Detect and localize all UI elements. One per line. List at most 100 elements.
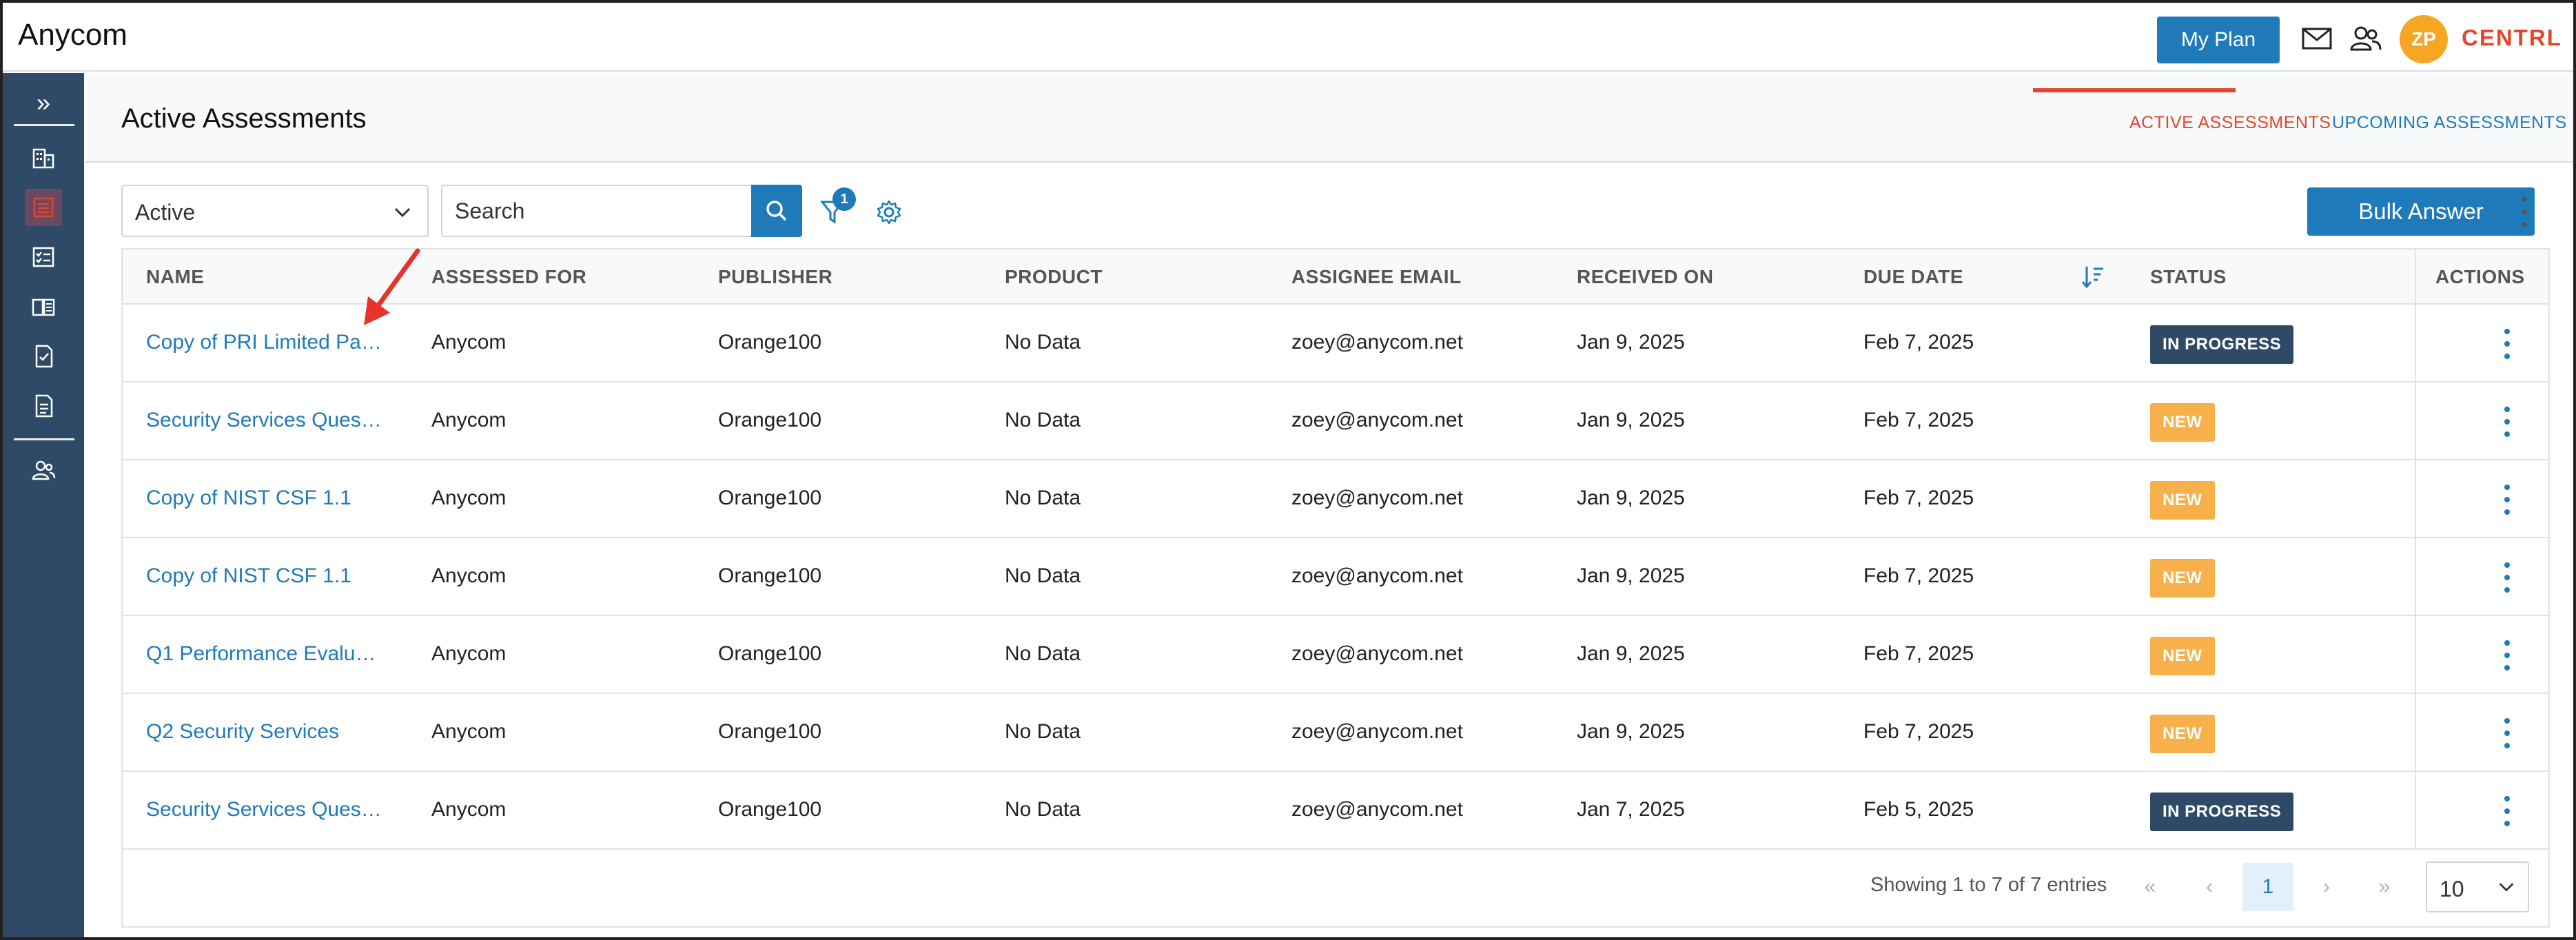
- received-on-cell: Jan 9, 2025: [1577, 642, 1685, 665]
- assessment-name-link[interactable]: Security Services Questionnaire: [146, 798, 387, 821]
- sidebar-item-users[interactable]: [25, 452, 62, 489]
- page-header: Active Assessments ACTIVE ASSESSMENTS UP…: [85, 73, 2573, 163]
- search-icon: [766, 201, 787, 221]
- assessment-name-link[interactable]: Q1 Performance Evaluation: [146, 642, 387, 666]
- page-title: Active Assessments: [121, 103, 367, 134]
- row-actions-menu-icon[interactable]: [2499, 793, 2515, 830]
- product-cell: No Data: [1005, 798, 1081, 821]
- page-size-dropdown[interactable]: 10: [2426, 861, 2529, 912]
- sidebar-item-organizations[interactable]: [25, 139, 62, 176]
- publisher-cell: Orange100: [718, 331, 822, 354]
- assignee-email-cell: zoey@anycom.net: [1291, 642, 1463, 665]
- table-row: Copy of NIST CSF 1.1 Anycom Orange100 No Da…: [123, 538, 2548, 616]
- sidebar-expand-button[interactable]: »: [3, 85, 84, 120]
- search-button[interactable]: [751, 185, 802, 237]
- status-badge: IN PROGRESS: [2150, 793, 2294, 831]
- row-actions-menu-icon[interactable]: [2499, 637, 2515, 674]
- due-date-cell: Feb 7, 2025: [1863, 409, 1974, 431]
- search-input[interactable]: [441, 185, 753, 237]
- publisher-cell: Orange100: [718, 564, 822, 587]
- book-icon: [32, 298, 55, 316]
- page-number-current[interactable]: 1: [2242, 863, 2293, 911]
- next-page-button[interactable]: ›: [2306, 863, 2347, 911]
- row-actions-menu-icon[interactable]: [2499, 325, 2515, 362]
- product-cell: No Data: [1005, 409, 1081, 431]
- status-badge: NEW: [2150, 637, 2215, 675]
- checklist-icon: [32, 247, 54, 267]
- sidebar-item-reviews[interactable]: [25, 338, 62, 375]
- status-filter-dropdown[interactable]: Active: [121, 185, 429, 237]
- building-icon: [32, 148, 54, 169]
- table-row: Q2 Security Services Anycom Orange100 No Da…: [123, 694, 2548, 772]
- column-header-product[interactable]: PRODUCT: [1005, 266, 1103, 288]
- app-window: Anycom My Plan ZP CENTRL » Active Assess…: [0, 0, 2576, 940]
- chevron-down-icon: [394, 207, 411, 218]
- received-on-cell: Jan 7, 2025: [1577, 798, 1685, 821]
- assessment-name-link[interactable]: Copy of NIST CSF 1.1: [146, 487, 387, 510]
- table-row: Security Services Questionnaire Anycom Ora…: [123, 772, 2548, 850]
- publisher-cell: Orange100: [718, 642, 822, 665]
- tab-upcoming-assessments[interactable]: UPCOMING ASSESSMENTS: [2332, 113, 2567, 133]
- my-plan-button[interactable]: My Plan: [2157, 17, 2280, 63]
- product-cell: No Data: [1005, 642, 1081, 665]
- column-header-due-date[interactable]: DUE DATE: [1863, 266, 1963, 288]
- sort-descending-icon[interactable]: [2080, 263, 2107, 291]
- bulk-answer-button[interactable]: Bulk Answer: [2307, 187, 2535, 236]
- sidebar-item-documents[interactable]: [25, 387, 62, 425]
- assessment-name-link[interactable]: Q2 Security Services: [146, 720, 387, 744]
- received-on-cell: Jan 9, 2025: [1577, 409, 1685, 431]
- gear-icon[interactable]: [875, 198, 903, 226]
- assessed-for-cell: Anycom: [431, 487, 507, 509]
- column-header-received-on[interactable]: RECEIVED ON: [1577, 266, 1713, 288]
- assignee-email-cell: zoey@anycom.net: [1291, 409, 1463, 431]
- due-date-cell: Feb 7, 2025: [1863, 720, 1974, 743]
- table-row: Q1 Performance Evaluation Anycom Orange100…: [123, 616, 2548, 694]
- chevron-down-icon: [2499, 883, 2514, 892]
- column-header-assignee-email[interactable]: ASSIGNEE EMAIL: [1291, 266, 1462, 288]
- row-actions-menu-icon[interactable]: [2499, 481, 2515, 518]
- column-header-publisher[interactable]: PUBLISHER: [718, 266, 832, 288]
- avatar[interactable]: ZP: [2400, 15, 2448, 63]
- users-icon: [32, 460, 56, 480]
- column-header-status[interactable]: STATUS: [2150, 266, 2227, 288]
- filter-count-badge: 1: [832, 187, 856, 211]
- document-check-icon: [35, 345, 53, 368]
- due-date-cell: Feb 5, 2025: [1863, 798, 1974, 821]
- row-actions-menu-icon[interactable]: [2499, 715, 2515, 752]
- first-page-button[interactable]: «: [2129, 863, 2171, 911]
- last-page-button[interactable]: »: [2364, 863, 2405, 911]
- column-header-actions: ACTIONS: [2435, 266, 2525, 287]
- due-date-cell: Feb 7, 2025: [1863, 331, 1974, 354]
- publisher-cell: Orange100: [718, 798, 822, 821]
- row-actions-menu-icon[interactable]: [2499, 559, 2515, 596]
- pagination-info: Showing 1 to 7 of 7 entries: [1870, 874, 2107, 896]
- assessment-name-link[interactable]: Security Services Questionnaire: [146, 409, 387, 432]
- app-title: Anycom: [18, 18, 127, 52]
- more-options-icon[interactable]: [2514, 193, 2535, 230]
- active-tab-indicator: [2033, 88, 2236, 92]
- row-actions-menu-icon[interactable]: [2499, 403, 2515, 440]
- sidebar-item-library[interactable]: [25, 288, 62, 325]
- assessment-name-link[interactable]: Copy of NIST CSF 1.1: [146, 564, 387, 588]
- assessed-for-cell: Anycom: [431, 798, 507, 821]
- status-badge: IN PROGRESS: [2150, 325, 2294, 364]
- column-header-assessed-for[interactable]: ASSESSED FOR: [431, 266, 586, 288]
- page-size-value: 10: [2440, 877, 2464, 901]
- tab-active-assessments[interactable]: ACTIVE ASSESSMENTS: [2129, 113, 2331, 133]
- sidebar-item-checklists[interactable]: [25, 238, 62, 276]
- user-management-icon[interactable]: [2349, 23, 2382, 54]
- document-icon: [35, 394, 53, 418]
- assessed-for-cell: Anycom: [431, 642, 507, 665]
- assessments-list-icon: [33, 197, 54, 218]
- annotation-arrow-icon: [364, 248, 420, 325]
- assessment-name-link[interactable]: Copy of PRI Limited Partnership: [146, 331, 387, 354]
- status-filter-value: Active: [135, 200, 196, 225]
- status-badge: NEW: [2150, 481, 2215, 520]
- mail-icon[interactable]: [2300, 23, 2333, 54]
- publisher-cell: Orange100: [718, 487, 822, 509]
- previous-page-button[interactable]: ‹: [2189, 863, 2230, 911]
- received-on-cell: Jan 9, 2025: [1577, 487, 1685, 509]
- sidebar-item-assessments[interactable]: [25, 189, 62, 226]
- table-header: NAME ASSESSED FOR PUBLISHER PRODUCT ASSI…: [123, 249, 2548, 305]
- column-header-name[interactable]: NAME: [146, 266, 204, 288]
